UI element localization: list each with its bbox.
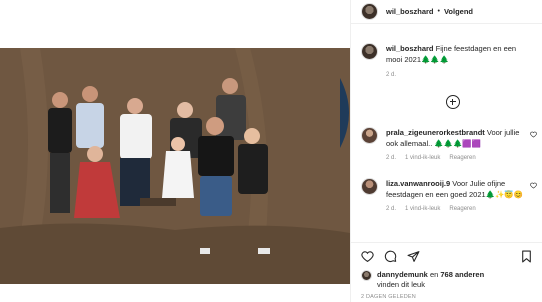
post-timestamp[interactable]: 2 DAGEN GELEDEN <box>361 294 416 300</box>
comment-likes[interactable]: 1 vind-ik-leuk <box>405 153 440 164</box>
comment-meta: 2 d. 1 vind-ik-leuk Reageren <box>386 204 526 215</box>
comment-username[interactable]: liza.vanwanrooij.9 <box>386 179 450 188</box>
post-header: wil_boszhard • Volgend <box>351 0 542 24</box>
likes-joiner: en <box>429 270 439 279</box>
likes-text: dannydemunk en 768 anderen vinden dit le… <box>377 270 484 290</box>
likes-summary: dannydemunk en 768 anderen vinden dit le… <box>361 270 484 290</box>
caption-avatar[interactable] <box>361 43 378 60</box>
comment-age[interactable]: 2 d. <box>386 153 396 164</box>
reply-button[interactable]: Reageren <box>449 204 475 215</box>
heart-icon[interactable] <box>361 250 374 263</box>
caption-age[interactable]: 2 d. <box>386 70 532 81</box>
bookmark-icon[interactable] <box>521 250 532 263</box>
share-icon[interactable] <box>407 250 420 263</box>
comment-meta: 2 d. 1 vind-ik-leuk Reageren <box>386 153 526 164</box>
reply-button[interactable]: Reageren <box>449 153 475 164</box>
comment-likes[interactable]: 1 vind-ik-leuk <box>405 204 440 215</box>
post-sidebar: wil_boszhard • Volgend wil_boszhard Fijn… <box>350 0 542 302</box>
comment-body: prala_zigeunerorkestbrandt Voor jullie o… <box>386 127 526 164</box>
comment-age[interactable]: 2 d. <box>386 204 396 215</box>
heart-icon[interactable] <box>530 131 537 138</box>
comment-body: liza.vanwanrooij.9 Voor Julie ofijne fee… <box>386 178 526 215</box>
likes-count[interactable]: 768 anderen <box>440 270 484 279</box>
post-media-pane <box>0 0 350 302</box>
family-photo-image <box>0 48 350 284</box>
post-actions <box>361 250 430 263</box>
comment-item: liza.vanwanrooij.9 Voor Julie ofijne fee… <box>361 178 537 215</box>
comment-username[interactable]: prala_zigeunerorkestbrandt <box>386 128 485 137</box>
post-photo[interactable] <box>0 48 350 284</box>
post-caption: wil_boszhard Fijne feestdagen en een moo… <box>351 24 542 81</box>
header-separator: • <box>437 8 440 15</box>
caption-text-block: wil_boszhard Fijne feestdagen en een moo… <box>386 43 532 81</box>
heart-icon[interactable] <box>530 182 537 189</box>
comment-icon[interactable] <box>384 250 397 263</box>
plus-circle-icon[interactable] <box>446 95 460 109</box>
caption-username[interactable]: wil_boszhard <box>386 44 434 53</box>
liker-avatar[interactable] <box>361 270 372 281</box>
actions-divider <box>351 242 542 243</box>
following-button[interactable]: Volgend <box>444 7 473 16</box>
comment-avatar[interactable] <box>361 178 378 195</box>
comment-item: prala_zigeunerorkestbrandt Voor jullie o… <box>361 127 537 164</box>
author-avatar[interactable] <box>361 3 378 20</box>
author-username[interactable]: wil_boszhard <box>386 7 434 16</box>
likes-suffix: vinden dit leuk <box>377 280 425 289</box>
liker-username[interactable]: dannydemunk <box>377 270 428 279</box>
comment-avatar[interactable] <box>361 127 378 144</box>
